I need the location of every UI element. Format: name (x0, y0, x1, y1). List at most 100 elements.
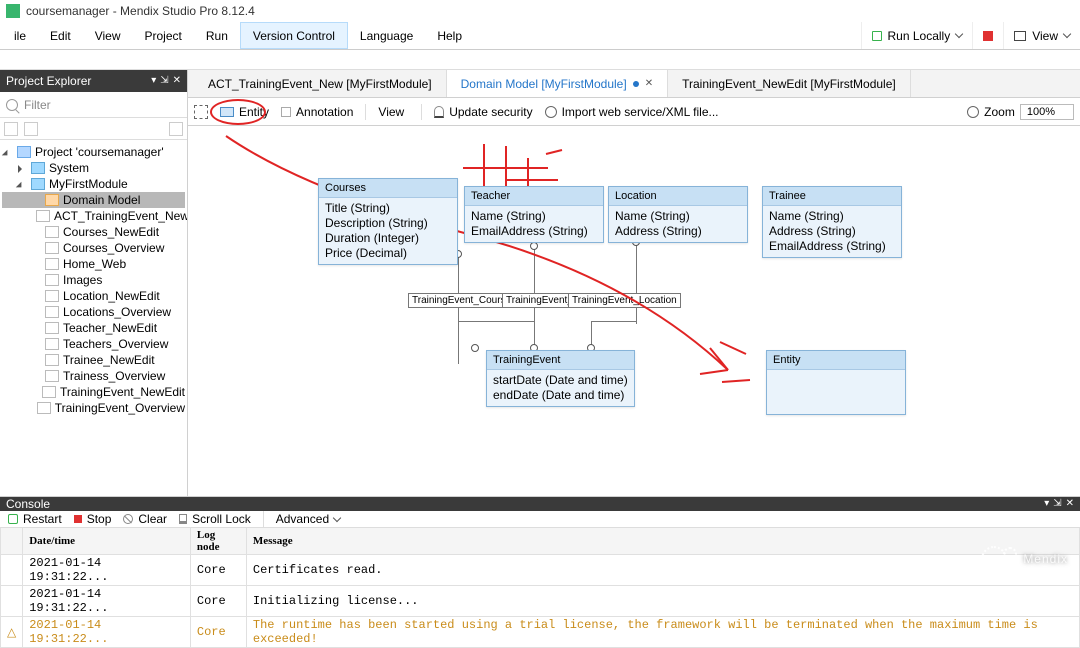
tree-node[interactable]: Locations_Overview (2, 304, 185, 320)
grid-icon[interactable] (169, 122, 183, 136)
view-button[interactable]: View (1003, 22, 1080, 49)
chevron-icon (32, 388, 38, 397)
doc-icon (45, 258, 59, 270)
entity-body: Name (String)EmailAddress (String) (465, 206, 603, 242)
expand-icon[interactable] (4, 122, 18, 136)
chevron-icon (18, 164, 27, 173)
tree-node[interactable]: Domain Model (2, 192, 185, 208)
menu-run[interactable]: Run (194, 22, 240, 49)
collapse-icon[interactable] (24, 122, 38, 136)
run-locally-button[interactable]: Run Locally (861, 22, 973, 49)
zoom-input[interactable]: 100% (1020, 104, 1074, 120)
entity-tool[interactable]: Entity (220, 105, 269, 119)
clear-button[interactable]: Clear (123, 512, 167, 526)
chevron-icon (32, 308, 41, 317)
entity-trainee[interactable]: TraineeName (String)Address (String)Emai… (762, 186, 902, 258)
chevron-icon (4, 148, 13, 157)
doc-icon (45, 322, 59, 334)
entity-header: Courses (319, 179, 457, 198)
tree-node-label: Courses_Overview (63, 241, 164, 255)
tree-node[interactable]: Courses_Overview (2, 240, 185, 256)
menu-view[interactable]: View (83, 22, 133, 49)
chevron-icon (32, 340, 41, 349)
entity-icon (220, 107, 234, 117)
dropdown-icon[interactable]: ▾ (1044, 498, 1049, 510)
console-row[interactable]: 2021-01-14 19:31:22...CoreCertificates r… (1, 555, 1080, 586)
zoom-icon (967, 106, 979, 118)
menu-language[interactable]: Language (348, 22, 425, 49)
assoc-end (530, 242, 538, 250)
project-tree[interactable]: Project 'coursemanager'SystemMyFirstModu… (0, 140, 187, 420)
tree-node[interactable]: Trainee_NewEdit (2, 352, 185, 368)
update-security-button[interactable]: Update security (434, 105, 532, 119)
col-lognode[interactable]: Log node (190, 528, 246, 555)
tree-node[interactable]: TrainingEvent_NewEdit (2, 384, 185, 400)
entity-header: Teacher (465, 187, 603, 206)
tree-node[interactable]: Teacher_NewEdit (2, 320, 185, 336)
entity-header: Trainee (763, 187, 901, 206)
view-dropdown[interactable]: View (378, 105, 409, 119)
association-label[interactable]: TrainingEvent_Location (568, 293, 681, 308)
stop-button[interactable]: Stop (74, 512, 112, 526)
tree-node[interactable]: Project 'coursemanager' (2, 144, 185, 160)
close-icon[interactable]: ✕ (645, 78, 653, 89)
connector-line (636, 244, 637, 324)
scroll-lock-button[interactable]: Scroll Lock (179, 512, 251, 526)
tree-node-label: Location_NewEdit (63, 289, 160, 303)
menu-help[interactable]: Help (425, 22, 474, 49)
entity-location[interactable]: LocationName (String)Address (String) (608, 186, 748, 243)
tree-node[interactable]: Location_NewEdit (2, 288, 185, 304)
pin-icon[interactable]: ⇲ (1053, 498, 1061, 510)
tree-node[interactable]: Trainess_Overview (2, 368, 185, 384)
entity-teacher[interactable]: TeacherName (String)EmailAddress (String… (464, 186, 604, 243)
console-row[interactable]: 2021-01-14 19:31:22...CoreInitializing l… (1, 586, 1080, 617)
tree-node[interactable]: ACT_TrainingEvent_New (2, 208, 185, 224)
tree-node-label: Trainee_NewEdit (63, 353, 155, 367)
annotation-tool[interactable]: Annotation (281, 105, 353, 119)
domain-model-canvas[interactable]: TrainingEvent_Courses TrainingEvent_Te T… (188, 126, 1080, 496)
tree-node[interactable]: Courses_NewEdit (2, 224, 185, 240)
tree-node-label: TrainingEvent_Overview (55, 401, 185, 415)
pin-icon[interactable]: ⇲ (160, 75, 168, 87)
console-toolbar: Restart Stop Clear Scroll Lock Advanced (0, 511, 1080, 528)
tree-node-label: System (49, 161, 89, 175)
tree-node[interactable]: Home_Web (2, 256, 185, 272)
col-datetime[interactable]: Date/time (23, 528, 191, 555)
select-tool[interactable] (194, 105, 208, 119)
assoc-end (471, 344, 479, 352)
close-icon[interactable]: ✕ (173, 75, 181, 87)
connector-line (458, 321, 534, 322)
advanced-dropdown[interactable]: Advanced (276, 512, 340, 526)
menu-bar: ile Edit View Project Run Version Contro… (0, 22, 1080, 50)
col-message[interactable]: Message (246, 528, 1079, 555)
dirty-indicator-icon (633, 81, 639, 87)
import-webservice-button[interactable]: Import web service/XML file... (545, 105, 719, 119)
restart-button[interactable]: Restart (8, 512, 62, 526)
menu-edit[interactable]: Edit (38, 22, 83, 49)
tab-domain-model[interactable]: Domain Model [MyFirstModule] ✕ (447, 70, 668, 97)
tree-node[interactable]: TrainingEvent_Overview (2, 400, 185, 416)
entity-header: TrainingEvent (487, 351, 634, 370)
entity-newEntity[interactable]: Entity (766, 350, 906, 415)
console-row[interactable]: 2021-01-14 19:31:22...CoreThe runtime ha… (1, 617, 1080, 648)
menu-version-control[interactable]: Version Control (240, 22, 348, 49)
tree-node-label: Teacher_NewEdit (63, 321, 157, 335)
tree-node[interactable]: MyFirstModule (2, 176, 185, 192)
tree-node[interactable]: System (2, 160, 185, 176)
tab-act-trainingevent[interactable]: ACT_TrainingEvent_New [MyFirstModule] (194, 70, 447, 97)
entity-trainingEvent[interactable]: TrainingEventstartDate (Date and time)en… (486, 350, 635, 407)
filter-input[interactable]: Filter (0, 92, 187, 118)
tree-node[interactable]: Images (2, 272, 185, 288)
console-header: Console ▾ ⇲ ✕ (0, 497, 1080, 511)
dropdown-icon[interactable]: ▾ (151, 75, 156, 87)
app-title: coursemanager - Mendix Studio Pro 8.12.4 (26, 4, 255, 18)
tree-node-label: Domain Model (63, 193, 140, 207)
close-icon[interactable]: ✕ (1066, 498, 1074, 510)
tree-node[interactable]: Teachers_Overview (2, 336, 185, 352)
menu-file[interactable]: ile (2, 22, 38, 49)
zoom-label: Zoom (984, 105, 1015, 119)
menu-project[interactable]: Project (133, 22, 194, 49)
entity-courses[interactable]: CoursesTitle (String)Description (String… (318, 178, 458, 265)
stop-button[interactable] (972, 22, 1003, 49)
tab-trainingevent-newedit[interactable]: TrainingEvent_NewEdit [MyFirstModule] (668, 70, 911, 97)
